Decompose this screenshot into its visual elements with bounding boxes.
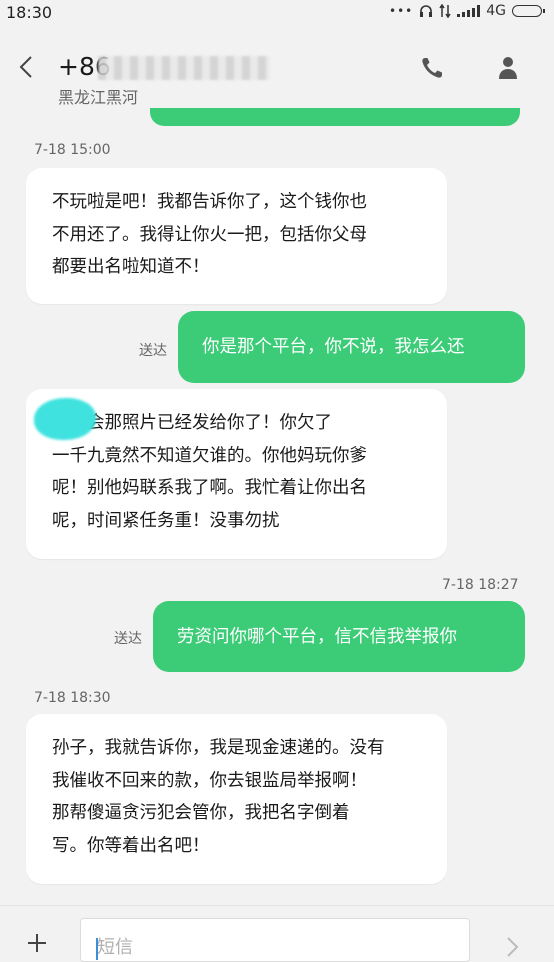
- number-redaction: [98, 56, 270, 80]
- sent-message-bubble[interactable]: 劳资问你哪个平台，信不信我举报你: [153, 601, 525, 672]
- delivery-status: 送达: [139, 343, 167, 359]
- contact-location: 黑龙江黑河: [58, 88, 139, 107]
- status-bar: 18:30 ••• 4G: [0, 0, 554, 26]
- compose-bar: [0, 905, 554, 962]
- received-message-bubble[interactable]: 孙子，我就告诉你，我是现金速递的。没有 我催收不回来的款，你去银监局举报啊！ 那…: [26, 714, 447, 884]
- battery-icon: [512, 5, 545, 17]
- person-icon[interactable]: [494, 54, 522, 82]
- status-time: 18:30: [6, 3, 53, 22]
- phone-icon[interactable]: [418, 54, 446, 82]
- message-timestamp: 7-18 15:00: [34, 142, 111, 158]
- message-input[interactable]: [80, 918, 470, 962]
- data-transfer-icon: [439, 4, 451, 18]
- signal-strength-icon: [457, 5, 481, 17]
- headset-icon: [420, 5, 433, 17]
- message-timestamp: 7-18 18:27: [442, 577, 519, 593]
- text-cursor: [96, 938, 98, 960]
- conversation-header: +86 黑龙江黑河: [0, 26, 554, 118]
- chevron-right-icon[interactable]: [500, 932, 524, 962]
- sent-message-bubble[interactable]: 你是那个平台，你不说，我怎么还: [178, 311, 525, 383]
- previous-message-bubble: [150, 108, 520, 126]
- status-indicators: ••• 4G: [389, 3, 545, 19]
- plus-icon[interactable]: [22, 928, 52, 958]
- chevron-left-icon[interactable]: [14, 54, 40, 80]
- received-message-bubble[interactable]: 不玩啦是吧！我都告诉你了，这个钱你也 不用还了。我得让你火一把，包括你父母 都要…: [26, 168, 447, 304]
- redaction-mark: [34, 398, 96, 440]
- message-timestamp: 7-18 18:30: [34, 690, 111, 706]
- delivery-status: 送达: [114, 631, 142, 647]
- network-type: 4G: [486, 3, 506, 19]
- more-notifications-icon: •••: [389, 4, 414, 18]
